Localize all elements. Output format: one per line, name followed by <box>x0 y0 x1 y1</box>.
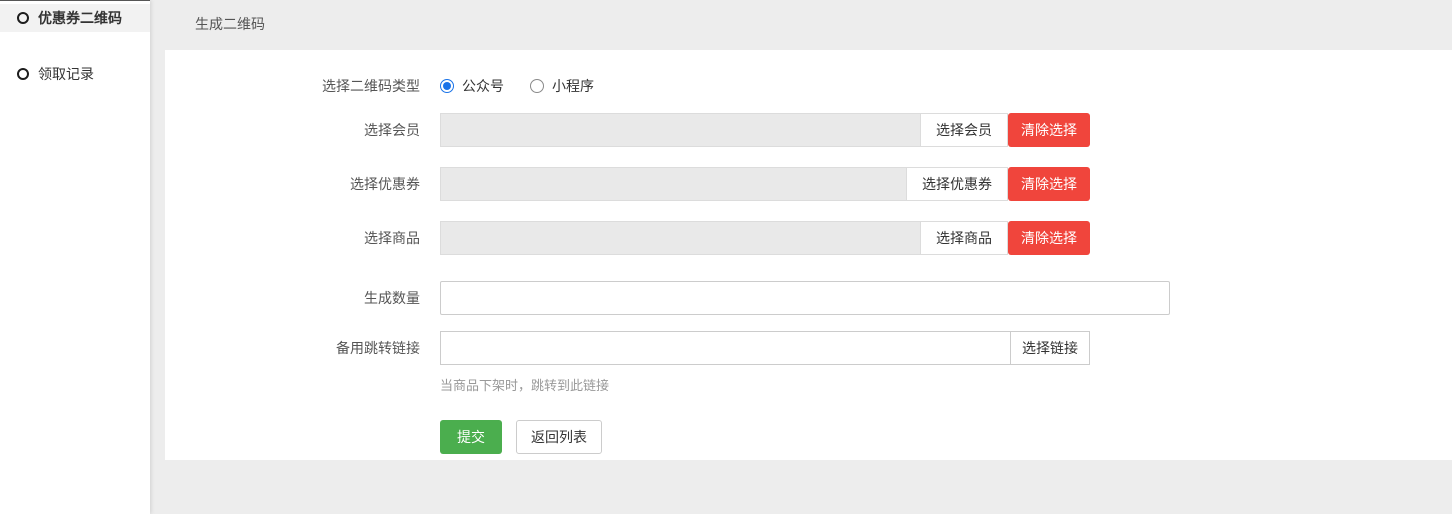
goods-input-group: 选择商品 清除选择 <box>440 221 1090 255</box>
fallback-link-hint: 当商品下架时，跳转到此链接 <box>440 375 1452 394</box>
qr-type-label: 选择二维码类型 <box>165 76 440 96</box>
select-coupon-button[interactable]: 选择优惠券 <box>906 167 1008 201</box>
circle-icon <box>17 12 29 24</box>
main-area: 生成二维码 选择二维码类型 公众号 小程序 选择会员 选择会员 清除选择 <box>150 0 1452 514</box>
quantity-input[interactable] <box>440 281 1170 315</box>
clear-goods-button[interactable]: 清除选择 <box>1008 221 1090 255</box>
row-member: 选择会员 选择会员 清除选择 <box>165 113 1452 147</box>
member-label: 选择会员 <box>165 120 440 140</box>
goods-value-input <box>440 221 920 255</box>
radio-option-mini-program[interactable]: 小程序 <box>530 76 594 96</box>
radio-label: 公众号 <box>462 76 504 96</box>
page-header: 生成二维码 <box>150 0 1452 50</box>
clear-member-button[interactable]: 清除选择 <box>1008 113 1090 147</box>
coupon-input-group: 选择优惠券 清除选择 <box>440 167 1090 201</box>
fallback-link-input[interactable] <box>440 331 1011 365</box>
member-value-input <box>440 113 920 147</box>
member-input-group: 选择会员 清除选择 <box>440 113 1090 147</box>
submit-button[interactable]: 提交 <box>440 420 502 454</box>
sidebar-item-label: 优惠券二维码 <box>38 8 122 28</box>
fallback-link-label: 备用跳转链接 <box>165 338 440 358</box>
clear-coupon-button[interactable]: 清除选择 <box>1008 167 1090 201</box>
quantity-label: 生成数量 <box>165 288 440 308</box>
radio-icon[interactable] <box>440 79 454 93</box>
circle-icon <box>17 68 29 80</box>
row-fallback-link: 备用跳转链接 选择链接 <box>165 331 1452 365</box>
coupon-value-input <box>440 167 906 201</box>
form-panel: 选择二维码类型 公众号 小程序 选择会员 选择会员 清除选择 选择优惠券 <box>165 50 1452 460</box>
radio-option-official-account[interactable]: 公众号 <box>440 76 504 96</box>
sidebar-item-coupon-qrcode[interactable]: 优惠券二维码 <box>0 4 150 32</box>
fallback-link-group: 选择链接 <box>440 331 1090 365</box>
form-actions: 提交 返回列表 <box>440 420 1452 454</box>
sidebar-item-claim-records[interactable]: 领取记录 <box>0 60 150 88</box>
page-title: 生成二维码 <box>195 16 265 32</box>
coupon-label: 选择优惠券 <box>165 174 440 194</box>
sidebar-item-label: 领取记录 <box>38 64 94 84</box>
row-quantity: 生成数量 <box>165 281 1452 315</box>
radio-icon[interactable] <box>530 79 544 93</box>
select-member-button[interactable]: 选择会员 <box>920 113 1008 147</box>
radio-label: 小程序 <box>552 76 594 96</box>
back-to-list-button[interactable]: 返回列表 <box>516 420 602 454</box>
sidebar: 优惠券二维码 领取记录 <box>0 0 150 514</box>
row-goods: 选择商品 选择商品 清除选择 <box>165 221 1452 255</box>
row-coupon: 选择优惠券 选择优惠券 清除选择 <box>165 167 1452 201</box>
select-link-button[interactable]: 选择链接 <box>1010 331 1090 365</box>
select-goods-button[interactable]: 选择商品 <box>920 221 1008 255</box>
row-qr-type: 选择二维码类型 公众号 小程序 <box>165 75 1452 97</box>
goods-label: 选择商品 <box>165 228 440 248</box>
